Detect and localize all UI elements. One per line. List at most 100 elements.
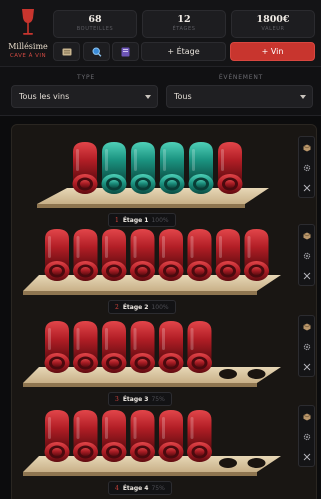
shelf-2-controls <box>298 224 315 286</box>
stat-shelves-label: ÉTAGES <box>172 26 196 32</box>
red-wine-bottle[interactable] <box>158 229 184 281</box>
stat-shelves-value: 12 <box>177 14 191 25</box>
wine-list-button[interactable] <box>53 42 80 61</box>
shelf-2-delete-button[interactable] <box>299 268 314 283</box>
box-icon <box>302 323 311 330</box>
shelf-2-settings-button[interactable] <box>299 248 314 263</box>
shelf-board-edge <box>23 291 257 295</box>
shelf-4: 4 Étage 4 75% <box>11 400 317 495</box>
shelf-1-controls <box>298 136 315 198</box>
red-wine-bottle[interactable] <box>158 321 184 373</box>
type-filter-label: TYPE <box>77 74 95 81</box>
red-wine-bottle[interactable] <box>244 229 269 281</box>
filter-bar: TYPE Tous les vins ÉVÉNEMENT Tous <box>0 66 321 116</box>
shelf-3-rack <box>23 321 281 387</box>
shelf-2-box-button[interactable] <box>299 228 314 243</box>
empty-slot <box>247 458 266 468</box>
shelf-3-box-button[interactable] <box>299 319 314 334</box>
red-wine-bottle[interactable] <box>101 321 127 373</box>
box-icon <box>302 144 311 151</box>
event-filter-select[interactable]: Tous <box>166 85 313 108</box>
close-icon <box>303 363 310 370</box>
add-shelf-button[interactable]: + Étage <box>141 42 226 61</box>
stat-value: 1800€ VALEUR <box>231 10 315 38</box>
journal-button[interactable] <box>112 42 139 61</box>
red-wine-bottle[interactable] <box>73 321 98 373</box>
shelf-1-delete-button[interactable] <box>299 180 314 195</box>
empty-slot <box>247 369 266 379</box>
white-wine-bottle[interactable] <box>101 142 127 194</box>
wine-glass-icon <box>22 9 34 35</box>
shelf-2: 2 Étage 2 100% <box>11 219 317 314</box>
red-wine-bottle[interactable] <box>217 142 243 194</box>
shelf-4-fill: 75% <box>151 484 165 492</box>
white-wine-bottle[interactable] <box>188 142 214 194</box>
red-wine-bottle[interactable] <box>187 321 212 373</box>
shelf-4-box-button[interactable] <box>299 409 314 424</box>
white-wine-bottle[interactable] <box>130 142 156 194</box>
chevron-down-icon <box>145 95 151 99</box>
brand-title: Millésime <box>8 42 48 51</box>
red-wine-bottle[interactable] <box>101 229 127 281</box>
red-wine-bottle[interactable] <box>215 229 241 281</box>
empty-slot <box>219 369 237 379</box>
red-wine-bottle[interactable] <box>130 410 155 462</box>
shelf-4-label[interactable]: 4 Étage 4 75% <box>108 481 172 495</box>
shelf-2-fill: 100% <box>151 303 169 311</box>
red-wine-bottle[interactable] <box>130 229 155 281</box>
shelf-3-settings-button[interactable] <box>299 339 314 354</box>
gear-icon <box>303 343 310 350</box>
shelf-2-name: Étage 2 <box>122 303 149 311</box>
shelf-board-edge <box>23 472 257 476</box>
close-icon <box>303 184 310 191</box>
shelf-2-number: 2 <box>115 303 119 311</box>
white-wine-bottle[interactable] <box>159 142 185 194</box>
app-header: Millésime CAVE À VIN 68 BOUTEILLES 12 ÉT… <box>0 0 321 66</box>
red-wine-bottle[interactable] <box>187 410 212 462</box>
red-wine-bottle[interactable] <box>72 142 98 194</box>
close-icon <box>303 272 310 279</box>
shelf-4-controls <box>298 405 315 467</box>
shelf-2-rack <box>23 229 281 295</box>
shelf-4-rack <box>23 410 281 476</box>
shelf-1-settings-button[interactable] <box>299 160 314 175</box>
red-wine-bottle[interactable] <box>44 410 70 462</box>
brand-logo: Millésime CAVE À VIN <box>4 8 52 64</box>
gear-icon <box>303 164 310 171</box>
shelf-4-delete-button[interactable] <box>299 449 314 464</box>
red-wine-bottle[interactable] <box>187 229 212 281</box>
stat-value-label: VALEUR <box>261 26 285 32</box>
red-wine-bottle[interactable] <box>44 229 70 281</box>
brand-subtitle: CAVE À VIN <box>9 53 47 59</box>
shelf-board-edge <box>23 383 257 387</box>
add-wine-button[interactable]: + Vin <box>230 42 315 61</box>
shelf-3-controls <box>298 315 315 377</box>
red-wine-bottle[interactable] <box>101 410 127 462</box>
red-wine-bottle[interactable] <box>73 229 98 281</box>
red-wine-bottle[interactable] <box>44 321 70 373</box>
search-icon <box>91 46 101 57</box>
shelf-3: 3 Étage 3 75% <box>11 311 317 406</box>
shelf-3-delete-button[interactable] <box>299 359 314 374</box>
book-icon <box>121 47 130 56</box>
stat-value-amount: 1800€ <box>256 14 290 25</box>
event-filter-label: ÉVÉNEMENT <box>218 74 264 81</box>
shelf-1-box-button[interactable] <box>299 140 314 155</box>
stat-bottles-value: 68 <box>88 14 102 25</box>
event-filter-value: Tous <box>174 92 192 101</box>
stat-shelves: 12 ÉTAGES <box>142 10 226 38</box>
red-wine-bottle[interactable] <box>130 321 155 373</box>
shelf-4-name: Étage 4 <box>122 484 149 492</box>
type-filter-value: Tous les vins <box>19 92 70 101</box>
stat-bottles: 68 BOUTEILLES <box>53 10 137 38</box>
search-button[interactable] <box>83 42 110 61</box>
box-icon <box>302 232 311 239</box>
red-wine-bottle[interactable] <box>73 410 98 462</box>
empty-slot <box>219 458 237 468</box>
shelf-1-rack <box>37 142 269 208</box>
shelf-4-number: 4 <box>115 484 119 492</box>
shelf-board-edge <box>37 204 245 208</box>
type-filter-select[interactable]: Tous les vins <box>11 85 158 108</box>
shelf-4-settings-button[interactable] <box>299 429 314 444</box>
red-wine-bottle[interactable] <box>158 410 184 462</box>
